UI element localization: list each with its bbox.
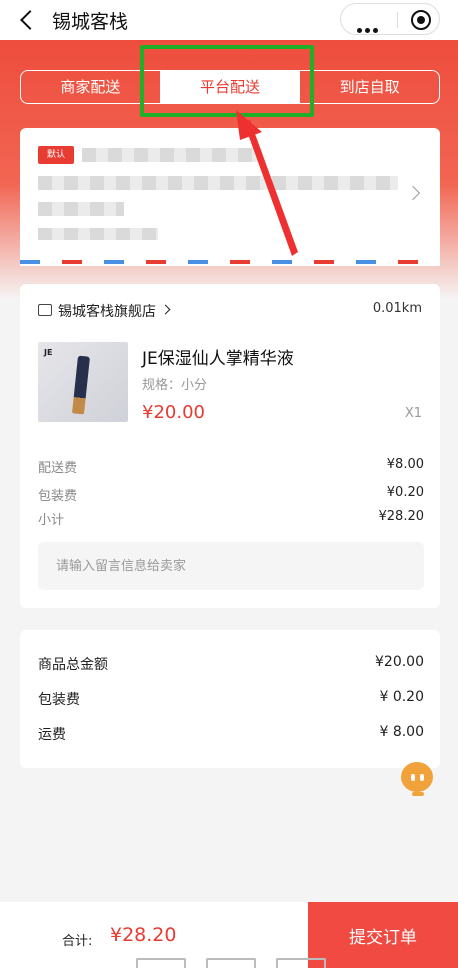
tab-store-pickup[interactable]: 到店自取 bbox=[300, 71, 439, 103]
address-card[interactable]: 默认 bbox=[20, 128, 440, 266]
envelope-stripe bbox=[20, 260, 440, 264]
summary-row-goods: 商品总金额 ¥20.00 bbox=[38, 654, 424, 673]
address-line-blurred bbox=[38, 176, 398, 190]
customer-service-icon[interactable] bbox=[396, 760, 438, 802]
tab-merchant-delivery[interactable]: 商家配送 bbox=[21, 71, 160, 103]
default-badge: 默认 bbox=[38, 146, 74, 164]
summary-row-shipping: 运费 ¥ 8.00 bbox=[38, 724, 424, 743]
address-line2-blurred bbox=[38, 202, 124, 216]
chevron-right-icon[interactable] bbox=[160, 304, 171, 315]
fee-row-packaging: 包装费 ¥0.20 bbox=[38, 485, 424, 504]
highlight-box bbox=[140, 45, 314, 117]
product-quantity: X1 bbox=[404, 406, 422, 421]
product-image[interactable]: JE bbox=[38, 342, 128, 422]
page-title: 锡城客栈 bbox=[52, 11, 129, 33]
store-card: 锡城客栈旗舰店 0.01km JE JE保湿仙人掌精华液 规格：小分 ¥20.0… bbox=[20, 284, 440, 608]
store-name[interactable]: 锡城客栈旗舰店 bbox=[58, 301, 156, 321]
message-field[interactable] bbox=[38, 542, 424, 590]
mini-program-capsule bbox=[340, 3, 440, 35]
store-distance: 0.01km bbox=[372, 301, 422, 316]
summary-row-packaging: 包装费 ¥ 0.20 bbox=[38, 689, 424, 708]
system-nav-bar bbox=[0, 958, 458, 968]
total-value: ¥28.20 bbox=[110, 924, 177, 946]
nav-key-3[interactable] bbox=[276, 958, 326, 968]
capsule-divider bbox=[397, 12, 398, 28]
chevron-right-icon bbox=[405, 185, 421, 201]
product-price: ¥20.00 bbox=[142, 402, 205, 423]
more-dots-icon[interactable] bbox=[357, 18, 381, 33]
product-name: JE保湿仙人掌精华液 bbox=[142, 349, 294, 369]
message-input[interactable] bbox=[38, 542, 424, 590]
address-name-blurred bbox=[82, 148, 262, 162]
nav-key-2[interactable] bbox=[206, 958, 256, 968]
nav-key-1[interactable] bbox=[136, 958, 186, 968]
fee-row-delivery: 配送费 ¥8.00 bbox=[38, 457, 424, 476]
product-spec: 规格：小分 bbox=[142, 378, 208, 393]
top-bar: 锡城客栈 bbox=[0, 0, 458, 40]
back-arrow-icon[interactable] bbox=[14, 6, 42, 34]
fee-row-subtotal: 小计 ¥28.20 bbox=[38, 509, 424, 528]
order-summary: 商品总金额 ¥20.00 包装费 ¥ 0.20 运费 ¥ 8.00 bbox=[20, 630, 440, 768]
total-label: 合计: bbox=[62, 934, 93, 949]
close-circle-icon[interactable] bbox=[411, 10, 431, 30]
store-icon bbox=[38, 304, 52, 316]
phone-blurred bbox=[38, 228, 158, 240]
